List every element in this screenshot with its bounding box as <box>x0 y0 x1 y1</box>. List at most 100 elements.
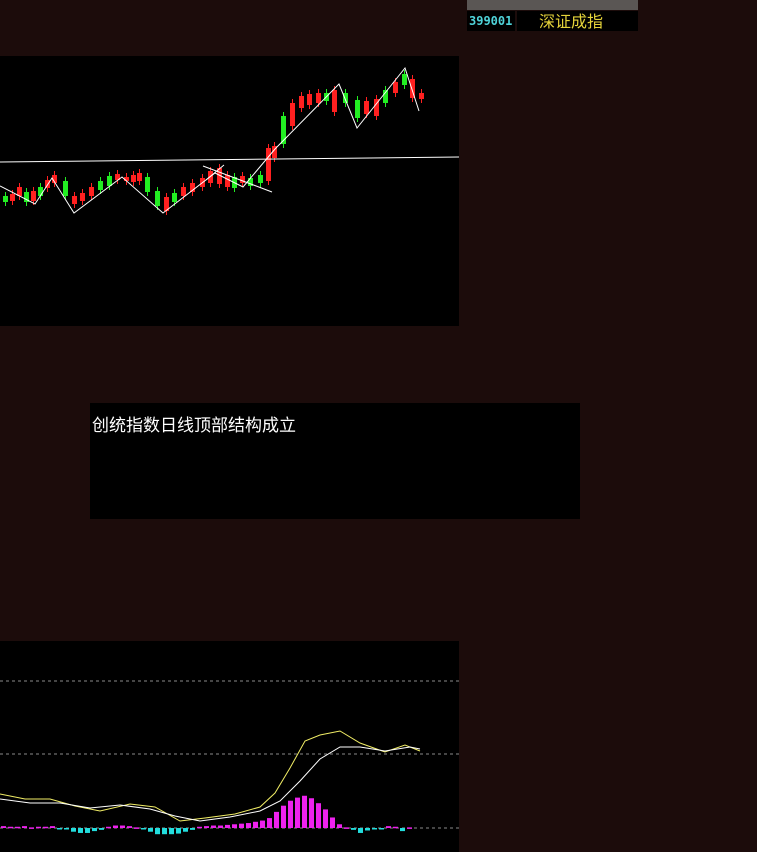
candle-body <box>31 191 36 201</box>
candle-body <box>10 194 15 201</box>
candle-body <box>299 96 304 108</box>
caption-text: 创统指数日线顶部结构成立 <box>92 416 296 436</box>
zigzag-trend-line <box>0 66 420 214</box>
candle-body <box>290 103 295 126</box>
macd-bar <box>155 828 160 835</box>
macd-bar <box>169 828 174 835</box>
macd-bar <box>92 828 97 832</box>
macd-bar <box>379 828 384 830</box>
macd-bar <box>64 828 69 830</box>
macd-bar <box>330 817 335 828</box>
ticker-name[interactable]: 深证成指 <box>517 11 638 31</box>
macd-bar <box>15 826 20 829</box>
macd-bar <box>148 828 153 832</box>
macd-bar <box>99 828 104 830</box>
candles <box>3 70 424 215</box>
kline-chart[interactable] <box>0 56 459 326</box>
macd-bar <box>183 828 188 832</box>
macd-bar <box>50 826 55 828</box>
macd-bar <box>239 823 244 828</box>
macd-bar <box>246 823 251 828</box>
macd-bar <box>141 828 146 830</box>
macd-bar <box>85 828 90 833</box>
macd-bar <box>309 798 314 828</box>
candle-body <box>402 74 407 85</box>
candle-body <box>131 175 136 182</box>
macd-bar <box>386 826 391 828</box>
macd-bar <box>274 811 279 828</box>
candle-body <box>364 101 369 114</box>
ticker-top-strip <box>467 0 638 10</box>
candle-body <box>225 175 230 187</box>
kline-chart-panel[interactable] <box>0 56 459 326</box>
macd-bar <box>8 826 13 829</box>
candle-body <box>355 100 360 118</box>
candle-body <box>145 177 150 192</box>
macd-bar <box>372 828 377 830</box>
candle-body <box>155 191 160 206</box>
candle-body <box>393 82 398 93</box>
candle-body <box>98 181 103 190</box>
macd-bar <box>323 809 328 828</box>
candle-body <box>266 148 271 181</box>
macd-bar <box>197 826 202 829</box>
candle-body <box>316 93 321 103</box>
macd-bar <box>36 826 41 829</box>
macd-bar <box>211 825 216 828</box>
macd-bar <box>22 826 27 828</box>
candle-body <box>63 181 68 196</box>
macd-bar <box>351 828 356 830</box>
horizontal-resistance-line <box>0 156 459 163</box>
candle-body <box>307 94 312 105</box>
macd-bar <box>204 826 209 828</box>
candle-body <box>3 196 8 202</box>
macd-bar <box>190 828 195 830</box>
ticker-code[interactable]: 399001 <box>467 11 515 31</box>
candle-body <box>89 187 94 196</box>
macd-bar <box>316 803 321 828</box>
macd-bar <box>288 800 293 828</box>
macd-bar <box>29 827 34 829</box>
macd-bar <box>365 828 370 831</box>
macd-bar <box>134 827 139 829</box>
dea-line <box>0 746 421 822</box>
macd-bar <box>43 826 48 829</box>
macd-bar <box>127 826 132 828</box>
dif-line <box>0 730 421 822</box>
ticker-bar: 399001 深证成指 <box>467 0 638 31</box>
macd-bar <box>106 826 111 829</box>
macd-bar <box>337 824 342 828</box>
macd-chart-panel[interactable] <box>0 641 459 852</box>
macd-bar <box>295 797 300 828</box>
candle-body <box>72 196 77 204</box>
macd-bar <box>57 828 62 830</box>
candle-body <box>181 187 186 196</box>
macd-chart[interactable] <box>0 641 459 852</box>
macd-bar <box>344 827 349 829</box>
candle-body <box>38 187 43 196</box>
macd-bar <box>113 825 118 828</box>
macd-bar <box>176 828 181 834</box>
candle-body <box>258 175 263 183</box>
candle-body <box>80 193 85 201</box>
macd-bar <box>120 825 125 828</box>
macd-bar <box>71 828 76 832</box>
macd-bar <box>407 827 412 829</box>
macd-bar <box>400 828 405 832</box>
candle-body <box>172 193 177 202</box>
macd-bar <box>1 826 6 828</box>
macd-bar <box>393 826 398 829</box>
macd-bar <box>260 820 265 828</box>
macd-bar <box>253 821 258 828</box>
macd-bar <box>78 828 83 833</box>
macd-bar <box>225 824 230 828</box>
candle-body <box>419 93 424 99</box>
candle-body <box>137 173 142 181</box>
macd-bar <box>232 824 237 828</box>
macd-bar <box>218 825 223 828</box>
macd-bar <box>281 805 286 828</box>
caption-panel: 创统指数日线顶部结构成立 <box>90 403 580 519</box>
candle-body <box>332 90 337 112</box>
macd-bar <box>358 828 363 833</box>
macd-bar <box>162 828 167 835</box>
